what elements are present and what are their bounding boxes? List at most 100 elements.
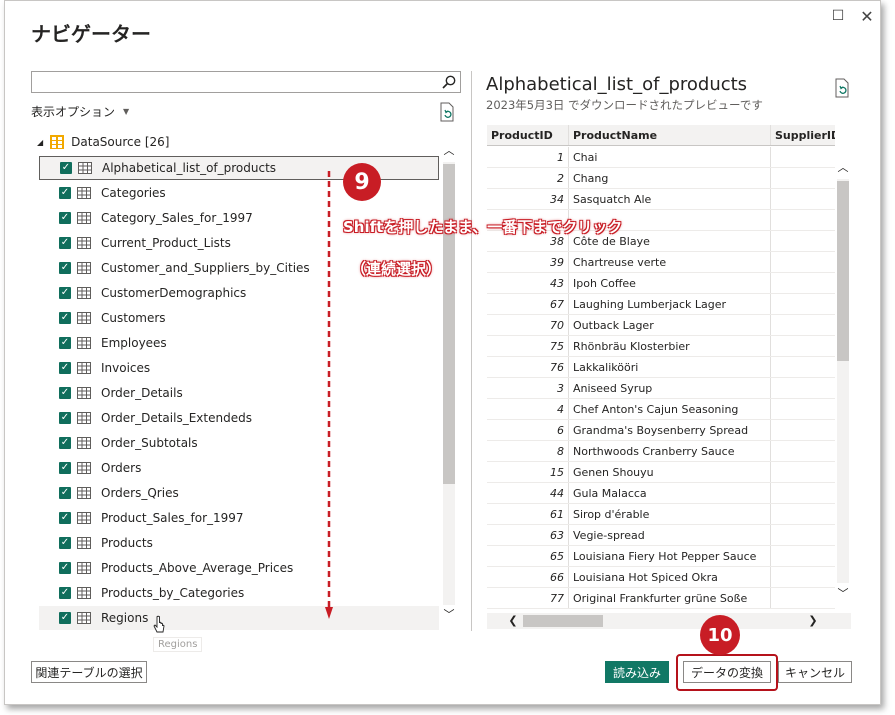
tree-item[interactable]: ✓ Product_Sales_for_1997 [39, 506, 439, 530]
table-row: 63 Vegie-spread [487, 525, 835, 546]
cell-product-id: 39 [487, 252, 569, 272]
maximize-icon[interactable]: ☐ [827, 5, 849, 27]
close-icon[interactable]: ✕ [856, 5, 878, 27]
scroll-down-icon[interactable]: ﹀ [835, 587, 851, 601]
scroll-up-icon[interactable]: ︿ [835, 161, 851, 175]
scroll-thumb[interactable] [523, 615, 603, 627]
table-icon [77, 437, 91, 449]
tree-item[interactable]: ✓ Invoices [39, 356, 439, 380]
cell-product-id: 3 [487, 378, 569, 398]
scroll-down-icon[interactable]: ﹀ [441, 608, 457, 622]
cell-product-id: 70 [487, 315, 569, 335]
tree-item[interactable]: ✓ Order_Details_Extendeds [39, 406, 439, 430]
checkbox-checked-icon[interactable]: ✓ [59, 287, 71, 299]
tree-item-label: Regions [101, 611, 149, 625]
table-row: 3 Aniseed Syrup [487, 378, 835, 399]
tree-item[interactable]: ✓ Orders [39, 456, 439, 480]
load-button[interactable]: 読み込み [605, 661, 669, 683]
tree-item[interactable]: ✓ Order_Details [39, 381, 439, 405]
preview-vertical-scrollbar[interactable]: ︿ ﹀ [835, 161, 851, 601]
tree-item[interactable]: ✓ Products [39, 531, 439, 555]
cell-product-name: Rhönbräu Klosterbier [569, 336, 771, 356]
checkbox-checked-icon[interactable]: ✓ [60, 162, 72, 174]
checkbox-checked-icon[interactable]: ✓ [59, 337, 71, 349]
table-row: 67 Laughing Lumberjack Lager [487, 294, 835, 315]
table-header: ProductID ProductName SupplierID [487, 125, 835, 146]
checkbox-checked-icon[interactable]: ✓ [59, 262, 71, 274]
tree-item[interactable]: ✓ Customers [39, 306, 439, 330]
checkbox-checked-icon[interactable]: ✓ [59, 387, 71, 399]
checkbox-checked-icon[interactable]: ✓ [59, 437, 71, 449]
preview-table: ProductID ProductName SupplierID 1 Chai 2 C… [487, 125, 835, 611]
related-tables-button[interactable]: 関連テーブルの選択 [31, 661, 147, 683]
checkbox-checked-icon[interactable]: ✓ [59, 412, 71, 424]
checkbox-checked-icon[interactable]: ✓ [59, 362, 71, 374]
tree-item[interactable]: ✓ Products_by_Categories [39, 581, 439, 605]
column-header[interactable]: ProductName [569, 125, 771, 145]
scroll-right-icon[interactable]: ❯ [805, 613, 821, 629]
tree-item[interactable]: ✓ Regions [39, 606, 439, 630]
table-icon [77, 537, 91, 549]
cell-product-name: Northwoods Cranberry Sauce [569, 441, 771, 461]
cell-product-id: 8 [487, 441, 569, 461]
checkbox-checked-icon[interactable]: ✓ [59, 587, 71, 599]
tree-item[interactable]: ✓ Employees [39, 331, 439, 355]
tree-item-label: Invoices [101, 361, 151, 375]
table-icon [77, 487, 91, 499]
cancel-button[interactable]: キャンセル [778, 661, 852, 683]
preview-horizontal-scrollbar[interactable]: ❮ ❯ [487, 613, 851, 629]
navigator-dialog: ナビゲーター ☐ ✕ 表示オプション ▼ ◢ DataSource [26] ✓… [4, 0, 881, 705]
scroll-left-icon[interactable]: ❮ [505, 613, 521, 629]
scroll-up-icon[interactable]: ︿ [441, 144, 457, 158]
tree-item-label: Current_Product_Lists [101, 236, 231, 250]
table-icon [77, 187, 91, 199]
step-9-badge: 9 [343, 163, 381, 201]
tree-item[interactable]: ✓ Order_Subtotals [39, 431, 439, 455]
checkbox-checked-icon[interactable]: ✓ [59, 212, 71, 224]
checkbox-checked-icon[interactable]: ✓ [59, 187, 71, 199]
tree-item-label: Employees [101, 336, 167, 350]
datasource-label: DataSource [26] [71, 135, 170, 149]
column-header[interactable]: SupplierID [771, 125, 835, 145]
checkbox-checked-icon[interactable]: ✓ [59, 612, 71, 624]
checkbox-checked-icon[interactable]: ✓ [59, 487, 71, 499]
cell-supplier-id [771, 147, 835, 167]
datasource-node[interactable]: ◢ DataSource [26] [37, 134, 169, 150]
column-header[interactable]: ProductID [487, 125, 569, 145]
cell-product-name: Louisiana Hot Spiced Okra [569, 567, 771, 587]
table-row: 76 Lakkalikööri [487, 357, 835, 378]
tree-item-label: Category_Sales_for_1997 [101, 211, 253, 225]
checkbox-checked-icon[interactable]: ✓ [59, 462, 71, 474]
checkbox-checked-icon[interactable]: ✓ [59, 537, 71, 549]
checkbox-checked-icon[interactable]: ✓ [59, 237, 71, 249]
cell-supplier-id [771, 357, 835, 377]
refresh-preview-icon[interactable] [833, 78, 851, 98]
table-icon [77, 287, 91, 299]
checkbox-checked-icon[interactable]: ✓ [59, 512, 71, 524]
scroll-thumb[interactable] [443, 164, 455, 484]
scroll-thumb[interactable] [837, 181, 849, 361]
database-folder-icon [50, 135, 65, 149]
table-icon [77, 237, 91, 249]
display-options-menu[interactable]: 表示オプション ▼ [31, 103, 129, 120]
tree-item[interactable]: ✓ Orders_Qries [39, 481, 439, 505]
tree-item-label: Products_Above_Average_Prices [101, 561, 294, 575]
refresh-icon[interactable] [438, 102, 456, 122]
tree-item-label: Products [101, 536, 153, 550]
pane-divider[interactable] [471, 71, 472, 631]
dialog-title: ナビゲーター [31, 22, 151, 46]
search-input[interactable] [31, 71, 461, 93]
cell-product-name: Laughing Lumberjack Lager [569, 294, 771, 314]
tree-item-label: Customers [101, 311, 166, 325]
checkbox-checked-icon[interactable]: ✓ [59, 562, 71, 574]
table-row: 43 Ipoh Coffee [487, 273, 835, 294]
display-options-label: 表示オプション [31, 105, 116, 119]
tree-item[interactable]: ✓ CustomerDemographics [39, 281, 439, 305]
search-icon[interactable] [441, 74, 457, 90]
table-row: 66 Louisiana Hot Spiced Okra [487, 567, 835, 588]
cell-product-name: Original Frankfurter grüne Soße [569, 588, 771, 608]
tree-item[interactable]: ✓ Products_Above_Average_Prices [39, 556, 439, 580]
expand-triangle-icon[interactable]: ◢ [37, 138, 43, 147]
checkbox-checked-icon[interactable]: ✓ [59, 312, 71, 324]
table-row: 77 Original Frankfurter grüne Soße [487, 588, 835, 609]
